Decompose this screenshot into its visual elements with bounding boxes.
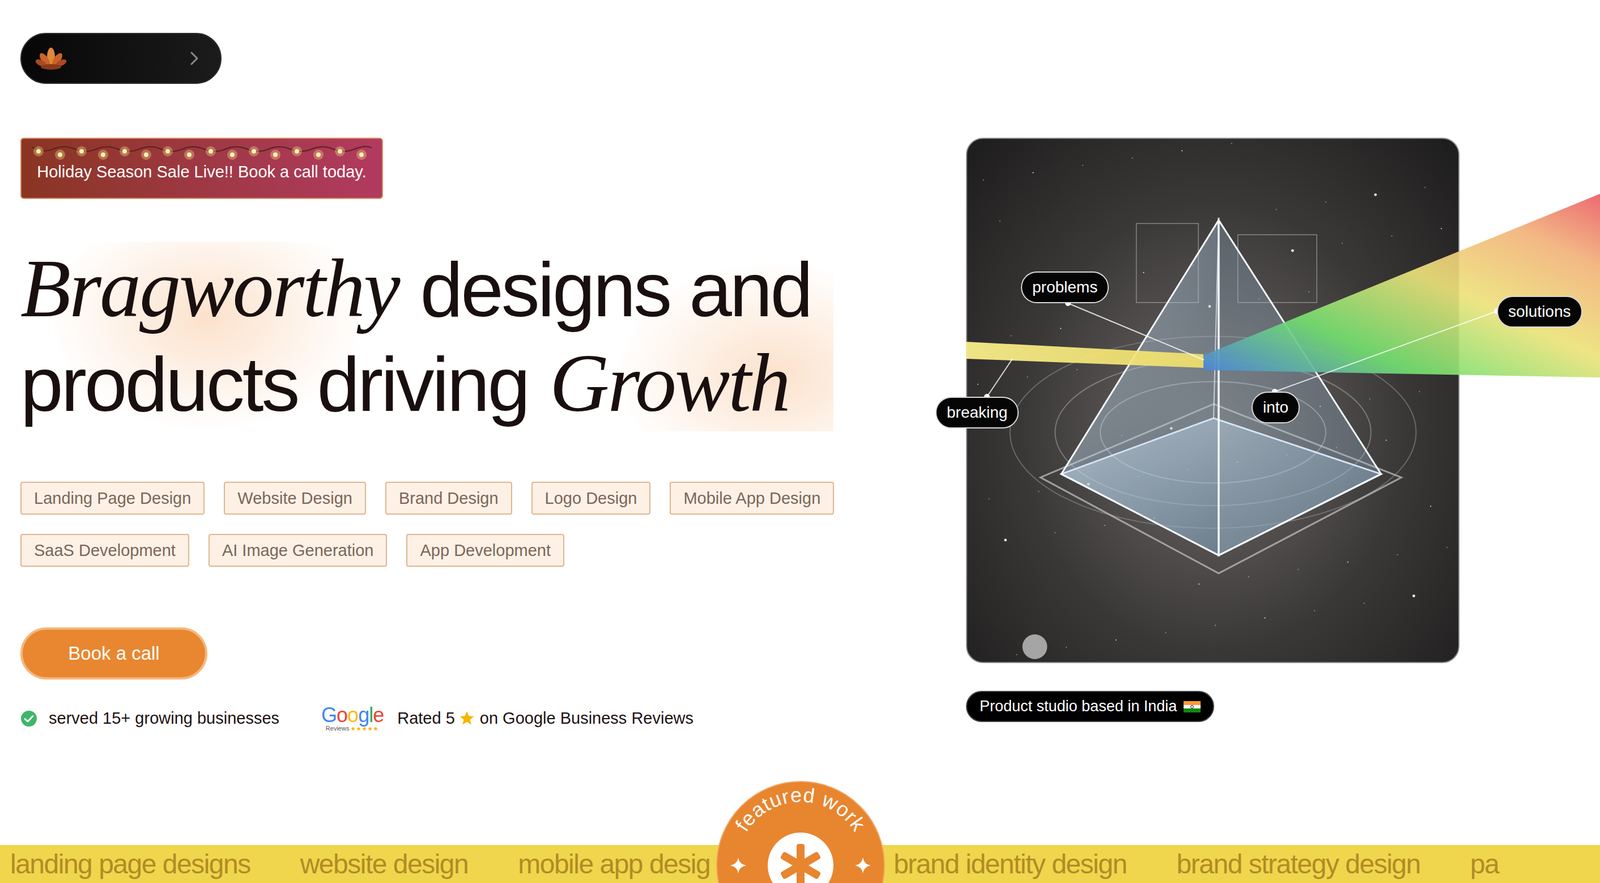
served-stat: served 15+ growing businesses bbox=[20, 708, 280, 728]
served-text: served 15+ growing businesses bbox=[48, 708, 280, 728]
service-tag: Website Design bbox=[223, 481, 367, 515]
service-tag: AI Image Generation bbox=[208, 533, 388, 567]
holiday-sale-banner[interactable]: Holiday Season Sale Live!! Book a call t… bbox=[20, 137, 384, 199]
hero-right: problemsbreakingintosolutionsProduct stu… bbox=[966, 137, 1600, 732]
marquee-group: brand identity design brand strategy desi… bbox=[893, 844, 1499, 883]
hero-section: Holiday Season Sale Live!! Book a call t… bbox=[0, 137, 1600, 732]
headline-words: products driving bbox=[20, 337, 529, 432]
marquee-group: landing page designs website design mobile… bbox=[10, 844, 710, 883]
hero-image bbox=[966, 137, 1460, 663]
hero-headline: Bragworthydesigns andproducts drivingGro… bbox=[20, 241, 834, 432]
marquee-item: website design bbox=[300, 850, 469, 878]
marquee-item: landing page designs bbox=[10, 850, 251, 878]
headline-words: designs and bbox=[420, 243, 811, 337]
image-label: breaking bbox=[935, 396, 1019, 429]
service-tag: Mobile App Design bbox=[669, 481, 834, 515]
rating-text: Rated 5 on Google Business Reviews bbox=[397, 708, 694, 728]
top-bar bbox=[0, 0, 1600, 84]
india-flag-icon bbox=[1183, 700, 1201, 713]
google-rating-stat: GoogleReviews Rated 5 on Google Business R… bbox=[321, 704, 694, 732]
service-tag: Logo Design bbox=[531, 481, 651, 515]
google-reviews-logo: GoogleReviews bbox=[321, 704, 384, 732]
svg-text:featured work: featured work bbox=[730, 783, 871, 836]
studio-location-pill: Product studio based in India bbox=[966, 690, 1215, 722]
chevron-right-icon bbox=[183, 47, 206, 70]
headline-accent-word: Growth bbox=[549, 336, 790, 431]
book-call-button[interactable]: Book a call bbox=[20, 627, 208, 680]
image-label: solutions bbox=[1496, 295, 1583, 328]
prism-artwork-icon bbox=[967, 138, 1459, 662]
logo-stars-icon bbox=[350, 726, 380, 731]
string-lights-icon bbox=[31, 141, 372, 161]
check-badge-icon bbox=[20, 709, 38, 727]
lotus-logo-icon bbox=[35, 44, 67, 73]
badge-slot: featured work bbox=[715, 844, 886, 883]
hero-left: Holiday Season Sale Live!! Book a call t… bbox=[20, 137, 933, 732]
marquee-item: mobile app desig bbox=[517, 850, 710, 878]
banner-text: Holiday Season Sale Live!! Book a call t… bbox=[36, 162, 367, 182]
rating-value: Rated 5 bbox=[397, 708, 455, 728]
headline-accent-word: Bragworthy bbox=[20, 241, 399, 336]
rating-source: on Google Business Reviews bbox=[479, 708, 694, 728]
service-tag: App Development bbox=[406, 533, 565, 567]
headline-line: products drivingGrowth bbox=[20, 336, 811, 432]
featured-work-badge[interactable]: featured work bbox=[715, 780, 886, 883]
studio-text: Product studio based in India bbox=[979, 697, 1177, 716]
services-marquee: landing page designs website design mobile… bbox=[0, 844, 1600, 883]
trust-stats: served 15+ growing businesses GoogleRevie… bbox=[20, 704, 694, 732]
landing-page: Holiday Season Sale Live!! Book a call t… bbox=[0, 0, 1600, 883]
marquee-item: pa bbox=[1470, 850, 1499, 878]
service-tags: Landing Page Design Website Design Brand D… bbox=[20, 481, 871, 567]
google-caption: Reviews bbox=[325, 725, 380, 732]
image-label: into bbox=[1251, 391, 1300, 424]
google-wordmark: Google bbox=[321, 704, 384, 726]
service-tag: Landing Page Design bbox=[20, 481, 205, 515]
marquee-item: brand strategy design bbox=[1176, 850, 1421, 878]
service-tag: Brand Design bbox=[385, 481, 513, 515]
marquee-item: brand identity design bbox=[893, 850, 1127, 878]
image-label: problems bbox=[1020, 271, 1109, 304]
headline-line: Bragworthydesigns and bbox=[20, 241, 811, 337]
marquee-track: landing page designs website design mobile… bbox=[0, 844, 1600, 883]
brand-menu-pill[interactable] bbox=[20, 32, 222, 84]
service-tag: SaaS Development bbox=[20, 533, 190, 567]
star-icon bbox=[459, 711, 476, 726]
